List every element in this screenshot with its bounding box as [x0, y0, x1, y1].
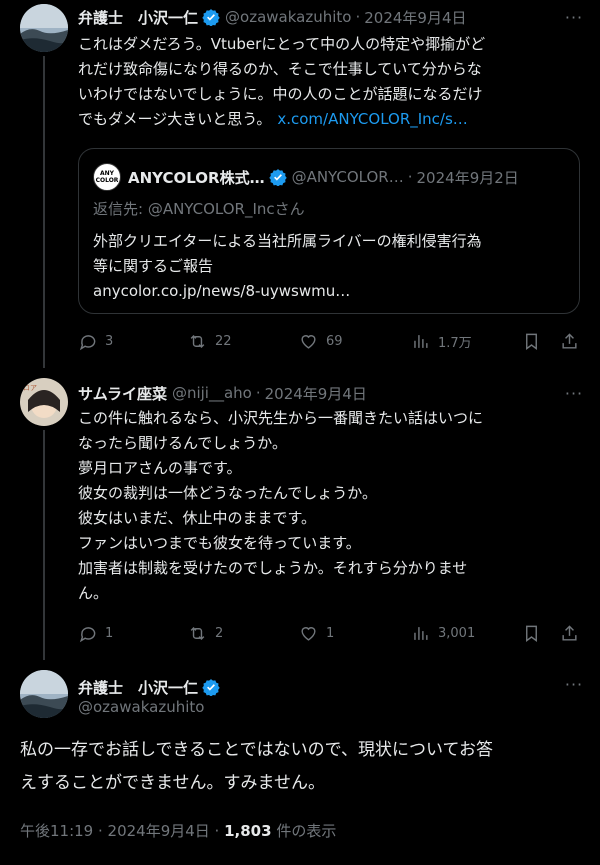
logo-text: ANY [99, 170, 114, 177]
views-chart-icon [414, 334, 428, 348]
avatar[interactable] [20, 4, 68, 52]
repost-icon [190, 334, 205, 348]
views-button[interactable]: 3,001 [411, 624, 475, 643]
reply-icon [79, 334, 96, 350]
action-bar: 3 22 69 1.7万 [78, 331, 578, 351]
handle[interactable]: @ozawakazuhito [78, 698, 204, 716]
views-count: 1.7万 [438, 335, 472, 351]
tweet-text-line: でもダメージ大きいと思う。 x.com/ANYCOLOR_Inc/s… [78, 107, 485, 132]
reply-count: 3 [105, 333, 114, 349]
views-button[interactable]: 1.7万 [411, 332, 472, 351]
tweet-text-line: 夢月ロアさんの事です。 [78, 459, 242, 477]
tweet-timestamp[interactable]: 午後11:19 · 2024年9月4日 · [20, 822, 224, 840]
avatar[interactable] [20, 670, 68, 718]
more-options-icon[interactable]: ··· [564, 674, 584, 694]
quote-handle: @ANYCOLOR… [291, 168, 404, 186]
views-count: 3,001 [438, 625, 476, 641]
verified-badge-icon [202, 678, 220, 696]
separator-dot: · [255, 384, 261, 402]
tweet-text-line: なったら聞けるんでしょうか。 [78, 434, 287, 452]
repost-count: 22 [215, 333, 232, 349]
like-button[interactable]: 1 [299, 624, 334, 643]
repost-button[interactable]: 2 [188, 624, 223, 643]
tweet-text-line: ファンはいつまでも彼女を待っています。 [78, 534, 361, 552]
share-button[interactable] [560, 332, 579, 351]
bookmark-icon [526, 333, 537, 350]
view-count: 1,803 [224, 822, 272, 840]
tweet-text-line: えすることができません。すみません。 [20, 773, 325, 793]
tweet-text-line: 彼女の裁判は一体どうなったんでしょうか。 [78, 484, 377, 502]
quote-text-line: 外部クリエイターによる当社所属ライバーの権利侵害行為 [93, 232, 482, 250]
bookmark-icon [526, 625, 537, 642]
tweet-text-line: ん。 [78, 584, 109, 602]
tweet-text-line: いわけではないでしょうに。中の人のことが話題になるだけ [78, 85, 483, 103]
repost-icon [190, 626, 205, 640]
display-name[interactable]: サムライ座菜 [78, 383, 167, 404]
display-name[interactable]: 弁護士 小沢一仁 [78, 7, 198, 28]
tweet-text-line: これはダメだろう。Vtuberにとって中の人の特定や揶揄がど [78, 35, 486, 53]
tweet-header: 弁護士 小沢一仁 @ozawakazuhito · 2024年9月4日 [78, 6, 467, 28]
quote-header: ANY COLOR ANYCOLOR株式… @ANYCOLOR… · 2024年… [93, 163, 519, 191]
tweet-text-line: 私の一存でお話しできることではないので、現状についてお答 [20, 740, 493, 760]
view-label: 件の表示 [271, 822, 337, 840]
heart-icon [301, 626, 316, 641]
tweet-meta: 午後11:19 · 2024年9月4日 · 1,803 件の表示 [20, 820, 336, 841]
tweet-text: これはダメだろう。Vtuberにとって中の人の特定や揶揄がど れだけ致命傷になり… [78, 32, 485, 132]
views-chart-icon [414, 626, 428, 640]
tweet-text: 私の一存でお話しできることではないので、現状についてお答 えすることができません… [20, 734, 493, 800]
reply-button[interactable]: 1 [78, 624, 113, 643]
verified-badge-icon [268, 168, 287, 186]
anycolor-logo-avatar: ANY COLOR [93, 163, 121, 191]
quote-date: 2024年9月2日 [416, 168, 519, 187]
avatar[interactable]: ロア [20, 378, 68, 426]
action-bar: 1 2 1 3,001 [78, 623, 578, 643]
like-count: 69 [326, 333, 343, 349]
like-count: 1 [326, 625, 335, 641]
quote-text-line: 等に関するご報告 [93, 257, 214, 275]
heart-icon [301, 334, 316, 349]
handle[interactable]: @niji__aho [172, 384, 252, 402]
more-options-icon[interactable]: ··· [564, 383, 584, 403]
tweet-2[interactable]: ロア サムライ座菜 @niji__aho · 2024年9月4日 ··· この件… [0, 368, 600, 660]
reply-button[interactable]: 3 [78, 332, 113, 351]
thread-line [43, 56, 45, 368]
repost-count: 2 [215, 625, 224, 641]
svg-text:ロア: ロア [23, 384, 37, 392]
more-options-icon[interactable]: ··· [564, 7, 584, 27]
tweet-text-line: 加害者は制裁を受けたのでしょうか。それすら分かりませ [78, 559, 468, 577]
tweet-link[interactable]: x.com/ANYCOLOR_Inc/s… [277, 110, 467, 128]
reply-count: 1 [105, 625, 114, 641]
separator-dot: · [407, 168, 413, 186]
share-icon [562, 624, 577, 641]
tweet-text: この件に触れるなら、小沢先生から一番聞きたい話はいつに なったら聞けるんでしょう… [78, 406, 483, 606]
bookmark-button[interactable] [522, 624, 541, 643]
tweet-text-line: 彼女はいまだ、休止中のままです。 [78, 509, 317, 527]
tweet-date[interactable]: 2024年9月4日 [265, 383, 367, 404]
verified-badge-icon [202, 8, 220, 26]
tweet-header: サムライ座菜 @niji__aho · 2024年9月4日 [78, 382, 367, 404]
tweet-text-span: でもダメージ大きいと思う。 [78, 110, 272, 128]
handle[interactable]: @ozawakazuhito [225, 8, 351, 26]
share-button[interactable] [560, 624, 579, 643]
tweet-header: 弁護士 小沢一仁 [78, 676, 225, 698]
tweet-date[interactable]: 2024年9月4日 [364, 7, 466, 28]
logo-text: COLOR [95, 177, 119, 184]
repost-button[interactable]: 22 [188, 332, 232, 351]
bookmark-button[interactable] [522, 332, 541, 351]
reply-icon [79, 626, 96, 642]
like-button[interactable]: 69 [299, 332, 343, 351]
separator-dot: · [355, 8, 361, 26]
quote-reply-to: 返信先: @ANYCOLOR_Incさん [93, 200, 305, 218]
share-icon [562, 332, 577, 349]
tweet-1[interactable]: 弁護士 小沢一仁 @ozawakazuhito · 2024年9月4日 ··· … [0, 0, 600, 368]
quoted-tweet[interactable]: ANY COLOR ANYCOLOR株式… @ANYCOLOR… · 2024年… [78, 148, 580, 314]
thread-line [43, 430, 45, 660]
quote-display-name: ANYCOLOR株式… [128, 168, 265, 187]
quote-url: anycolor.co.jp/news/8-uywswmu… [93, 282, 351, 300]
tweet-text-line: れだけ致命傷になり得るのか、そこで仕事していて分からな [78, 60, 482, 78]
display-name[interactable]: 弁護士 小沢一仁 [78, 677, 198, 698]
tweet-text-line: この件に触れるなら、小沢先生から一番聞きたい話はいつに [78, 409, 484, 427]
